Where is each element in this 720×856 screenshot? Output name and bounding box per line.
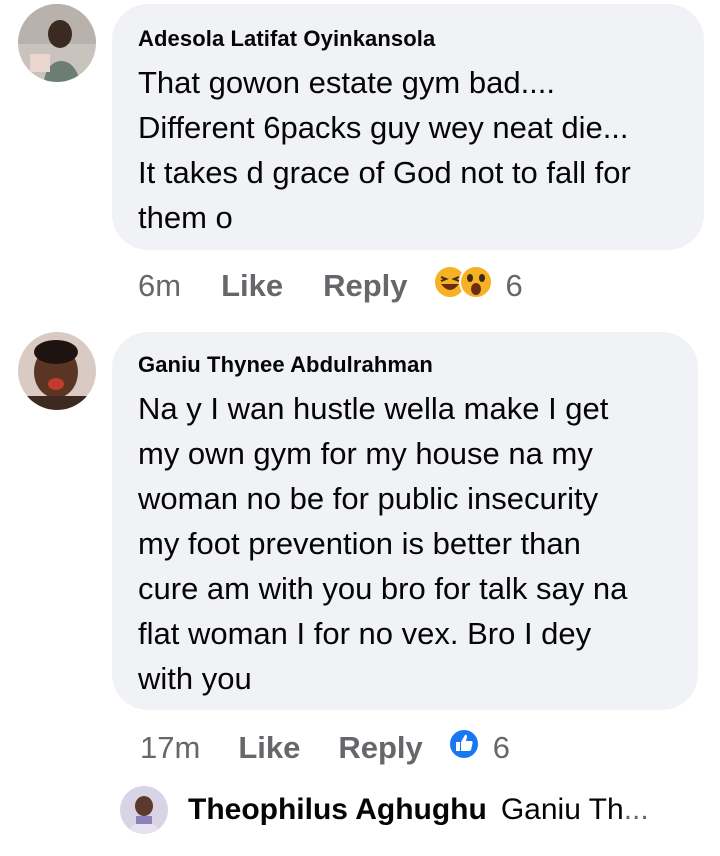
comment-actions: 6m Like Reply 6: [138, 264, 523, 308]
avatar[interactable]: [18, 332, 96, 410]
comment-text: That gowon estate gym bad.... Different …: [138, 65, 631, 235]
reply-author[interactable]: Theophilus Aghughu: [188, 793, 487, 827]
like-button[interactable]: Like: [238, 730, 300, 766]
reply-preview-text: Ganiu Th: [500, 793, 624, 826]
comment-bubble: Ganiu Thynee Abdulrahman Na y I wan hust…: [112, 332, 698, 710]
comment-bubble: Adesola Latifat Oyinkansola That gowon e…: [112, 4, 704, 250]
like-button[interactable]: Like: [221, 268, 283, 304]
comment-timestamp[interactable]: 6m: [138, 268, 181, 304]
reactions[interactable]: 6: [432, 264, 523, 308]
reply-button[interactable]: Reply: [323, 268, 407, 304]
reaction-count: 6: [492, 730, 511, 765]
thumbs-up-icon: [447, 727, 481, 769]
comment-text: Na y I wan hustle wella make I get my ow…: [138, 391, 628, 696]
comment-author[interactable]: Adesola Latifat Oyinkansola: [138, 26, 686, 52]
reactions[interactable]: 6: [447, 727, 510, 769]
reply-preview[interactable]: Theophilus Aghughu Ganiu Th...: [188, 790, 649, 830]
avatar[interactable]: [18, 4, 96, 82]
reply-ellipsis: ...: [623, 793, 649, 826]
reply-button[interactable]: Reply: [338, 730, 422, 766]
reaction-count: 6: [505, 268, 523, 303]
comment-actions: 17m Like Reply 6: [140, 728, 510, 768]
wow-emoji-icon: [458, 264, 494, 308]
avatar[interactable]: [120, 786, 168, 834]
comment-author[interactable]: Ganiu Thynee Abdulrahman: [138, 352, 680, 378]
comment-timestamp[interactable]: 17m: [140, 730, 200, 766]
